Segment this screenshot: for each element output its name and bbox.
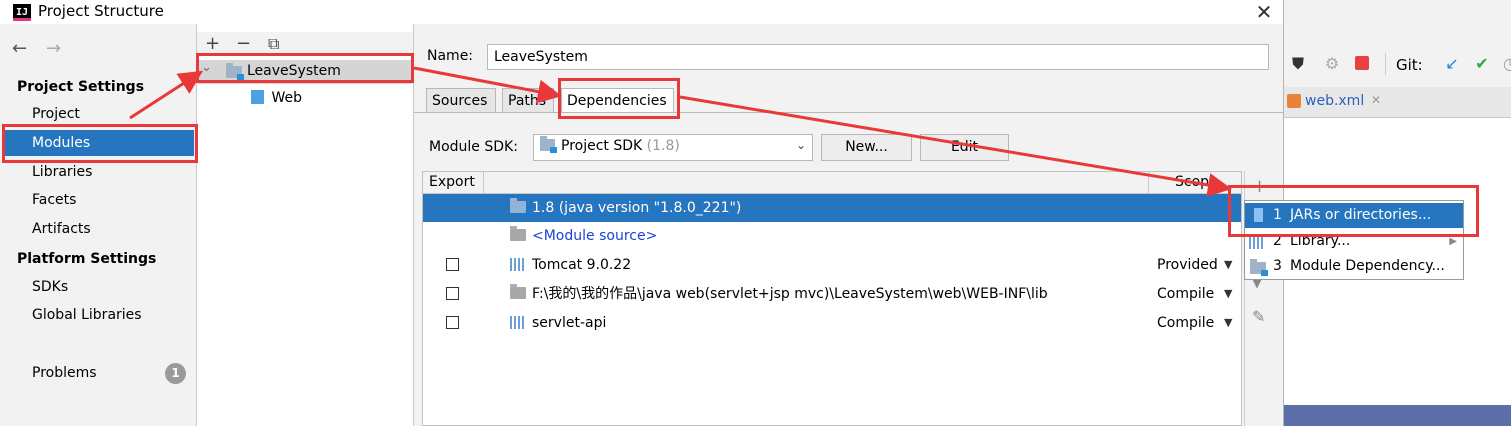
arrow-tab-to-jars xyxy=(679,95,1232,197)
annotation-arrows xyxy=(129,66,1232,197)
arrow-modules-to-module xyxy=(129,70,204,120)
arrow-module-to-tab xyxy=(413,66,562,104)
